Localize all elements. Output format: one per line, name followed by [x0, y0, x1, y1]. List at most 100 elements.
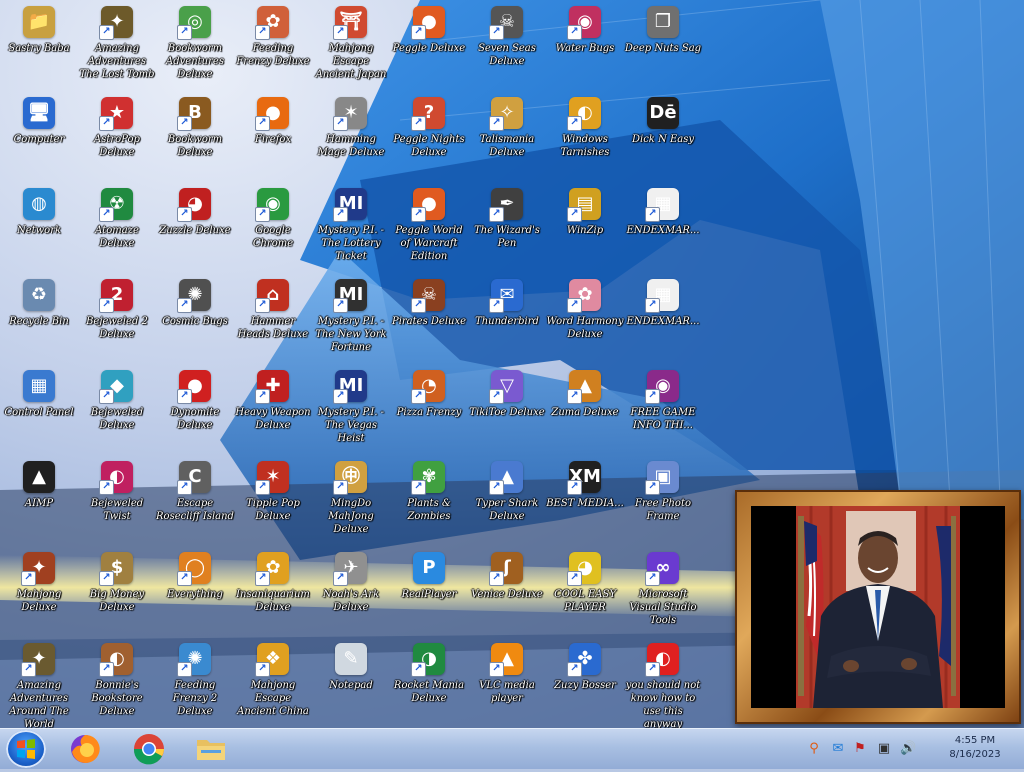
desktop-icon-label: Mystery P.I. - The Lottery Ticket — [317, 225, 385, 262]
app-icon: ☢ ↗ — [99, 188, 133, 222]
shortcut-arrow-icon: ↗ — [333, 25, 348, 40]
desktop-icon[interactable]: ✿ ↗ Word Harmony Deluxe — [546, 279, 624, 341]
desktop-icon[interactable]: ▦ ↗ ENDEXMAR... — [624, 279, 702, 328]
desktop-icon[interactable]: ✺ ↗ Cosmic Bugs — [156, 279, 234, 328]
desktop-icon[interactable]: ✿ ↗ Insaniquarium Deluxe — [234, 552, 312, 614]
desktop-icon[interactable]: 🖥 Computer — [0, 97, 78, 146]
desktop-icon[interactable]: ✤ ↗ Zuzy Bosser — [546, 643, 624, 692]
shortcut-arrow-icon: ↗ — [645, 298, 660, 313]
desktop-icon[interactable]: ∞ ↗ Microsoft Visual Studio Tools — [624, 552, 702, 627]
desktop-icon[interactable]: ◑ ↗ Rocket Mania Deluxe — [390, 643, 468, 705]
desktop-icon[interactable]: ☠ ↗ Pirates Deluxe — [390, 279, 468, 328]
desktop-icon[interactable]: MI ↗ Mystery P.I. - The New York Fortune — [312, 279, 390, 354]
desktop-icon[interactable]: ▦ Control Panel — [0, 370, 78, 419]
desktop-icon[interactable]: 📁 Sastry Baba — [0, 6, 78, 55]
desktop-icon[interactable]: ▲ ↗ Typer Shark Deluxe — [468, 461, 546, 523]
desktop-icon[interactable]: P RealPlayer — [390, 552, 468, 601]
desktop-icon[interactable]: ? ↗ Peggle Nights Deluxe — [390, 97, 468, 159]
desktop-icon[interactable]: ✶ ↗ Hamming Mage Deluxe — [312, 97, 390, 159]
desktop-icon-label: Mahjong Escape Ancient Japan — [315, 43, 387, 80]
desktop-icon[interactable]: ⌂ ↗ Hammer Heads Deluxe — [234, 279, 312, 341]
desktop-icon-label: Big Money Deluxe — [89, 589, 145, 613]
desktop-icon[interactable]: ◕ ↗ Zuzzle Deluxe — [156, 188, 234, 237]
desktop-icon[interactable]: ◐ ↗ Bejeweled Twist — [78, 461, 156, 523]
desktop-icon[interactable]: ✧ ↗ Talismania Deluxe — [468, 97, 546, 159]
desktop-icon[interactable]: ✾ ↗ Plants & Zombies — [390, 461, 468, 523]
desktop-icon[interactable]: ▤ ↗ WinZip — [546, 188, 624, 237]
desktop-icon[interactable]: ◔ ↗ Pizza Frenzy — [390, 370, 468, 419]
desktop-icon[interactable]: ◕ ↗ COOL EASY PLAYER — [546, 552, 624, 614]
desktop-icon[interactable]: ● ↗ Peggle Deluxe — [390, 6, 468, 55]
desktop-icon[interactable]: XM ↗ BEST MEDIA... — [546, 461, 624, 510]
desktop-icon[interactable]: ❖ ↗ Mahjong Escape Ancient China — [234, 643, 312, 718]
desktop-icon[interactable]: 2 ↗ Bejeweled 2 Deluxe — [78, 279, 156, 341]
desktop-icon[interactable]: ● ↗ Peggle World of Warcraft Edition — [390, 188, 468, 263]
desktop-icon[interactable]: ▲ ↗ Zuma Deluxe — [546, 370, 624, 419]
desktop-icon[interactable]: B ↗ Bookworm Deluxe — [156, 97, 234, 159]
desktop-icon-label: Plants & Zombies — [407, 498, 451, 522]
shortcut-arrow-icon: ↗ — [645, 480, 660, 495]
desktop-icon[interactable]: Dē Dick N Easy — [624, 97, 702, 146]
desktop-icon[interactable]: ◉ ↗ Water Bugs — [546, 6, 624, 55]
desktop-icon[interactable]: ▣ ↗ Free Photo Frame — [624, 461, 702, 523]
desktop-icon[interactable]: ◉ ↗ Google Chrome — [234, 188, 312, 250]
search-icon[interactable]: ⚲ — [806, 741, 822, 757]
taskbar-file-explorer[interactable] — [194, 732, 228, 766]
desktop-icon[interactable]: ▲ ↗ VLC media player — [468, 643, 546, 705]
desktop-icon[interactable]: ✉ ↗ Thunderbird — [468, 279, 546, 328]
desktop-icon[interactable]: ✺ ↗ Feeding Frenzy 2 Deluxe — [156, 643, 234, 718]
desktop-icon[interactable]: ✶ ↗ Tipple Pop Deluxe — [234, 461, 312, 523]
desktop-icon[interactable]: ㊥ ↗ MingDo MahJong Deluxe — [312, 461, 390, 536]
desktop-icon[interactable]: ▲ AIMP — [0, 461, 78, 510]
desktop-icon[interactable]: ◆ ↗ Bejeweled Deluxe — [78, 370, 156, 432]
shortcut-arrow-icon: ↗ — [489, 25, 504, 40]
desktop-icon[interactable]: ✈ ↗ Noah's Ark Deluxe — [312, 552, 390, 614]
taskbar-clock[interactable]: 4:55 PM 8/16/2023 — [930, 734, 1020, 762]
desktop-icon-label: Rocket Mania Deluxe — [393, 680, 465, 704]
desktop-icon[interactable]: ◍ Network — [0, 188, 78, 237]
messenger-icon[interactable]: ✉ — [830, 741, 846, 757]
desktop-icon[interactable]: ⛩ ↗ Mahjong Escape Ancient Japan — [312, 6, 390, 81]
desktop-icon[interactable]: ✿ ↗ Feeding Frenzy Deluxe — [234, 6, 312, 68]
network-icon[interactable]: ▣ — [876, 741, 892, 757]
desktop-icon[interactable]: ☠ ↗ Seven Seas Deluxe — [468, 6, 546, 68]
desktop-icon[interactable]: ❐ Deep Nuts Sag — [624, 6, 702, 55]
app-icon: ▦ ↗ — [645, 188, 679, 222]
desktop-icon[interactable]: ◎ ↗ Bookworm Adventures Deluxe — [156, 6, 234, 81]
desktop-icon[interactable]: ▦ ↗ ENDEXMAR... — [624, 188, 702, 237]
desktop-icon-label: Google Chrome — [252, 225, 294, 249]
desktop-icon[interactable]: ◐ ↗ Bonnie's Bookstore Deluxe — [78, 643, 156, 718]
flag-icon[interactable]: ⚑ — [852, 741, 868, 757]
desktop-icon[interactable]: ★ ↗ AstroPop Deluxe — [78, 97, 156, 159]
desktop-icon[interactable]: ✎ Notepad — [312, 643, 390, 692]
desktop-icon[interactable]: MI ↗ Mystery P.I. - The Vegas Heist — [312, 370, 390, 445]
desktop-icon[interactable]: ✚ ↗ Heavy Weapon Deluxe — [234, 370, 312, 432]
app-icon: ㊥ ↗ — [333, 461, 367, 495]
desktop-icon[interactable]: ● ↗ Firefox — [234, 97, 312, 146]
app-icon: ◉ ↗ — [567, 6, 601, 40]
desktop-icon[interactable]: ☢ ↗ Atomaze Deluxe — [78, 188, 156, 250]
taskbar-firefox[interactable] — [68, 732, 102, 766]
desktop-icon[interactable]: ✒ ↗ The Wizard's Pen — [468, 188, 546, 250]
desktop-icon[interactable]: ▽ ↗ TikiToe Deluxe — [468, 370, 546, 419]
desktop-icon[interactable]: ◉ ↗ FREE GAME INFO THI... — [624, 370, 702, 432]
taskbar-chrome[interactable] — [132, 732, 166, 766]
desktop-icon[interactable]: ✦ ↗ Amazing Adventures Around The World — [0, 643, 78, 731]
desktop-icon[interactable]: $ ↗ Big Money Deluxe — [78, 552, 156, 614]
desktop-icon[interactable]: ʃ ↗ Venice Deluxe — [468, 552, 546, 601]
app-icon: XM ↗ — [567, 461, 601, 495]
desktop-icon[interactable]: MI ↗ Mystery P.I. - The Lottery Ticket — [312, 188, 390, 263]
app-icon: MI ↗ — [333, 370, 367, 404]
desktop-icon[interactable]: ✦ ↗ Mahjong Deluxe — [0, 552, 78, 614]
desktop-icon[interactable]: ◯ ↗ Everything — [156, 552, 234, 601]
desktop-icon[interactable]: ◐ ↗ Windows Tarnishes — [546, 97, 624, 159]
volume-icon[interactable]: 🔊 — [900, 741, 916, 757]
shortcut-arrow-icon: ↗ — [21, 662, 36, 677]
start-button[interactable] — [6, 730, 46, 768]
desktop-icon[interactable]: C ↗ Escape Rosecliff Island — [156, 461, 234, 523]
desktop-icon[interactable]: ◐ ↗ you should not know how to use this an… — [624, 643, 702, 731]
desktop-icon[interactable]: ♻ Recycle Bin — [0, 279, 78, 328]
photo-frame-widget[interactable] — [735, 490, 1021, 724]
desktop-icon[interactable]: ✦ ↗ Amazing Adventures The Lost Tomb — [78, 6, 156, 81]
desktop-icon[interactable]: ● ↗ Dynomite Deluxe — [156, 370, 234, 432]
